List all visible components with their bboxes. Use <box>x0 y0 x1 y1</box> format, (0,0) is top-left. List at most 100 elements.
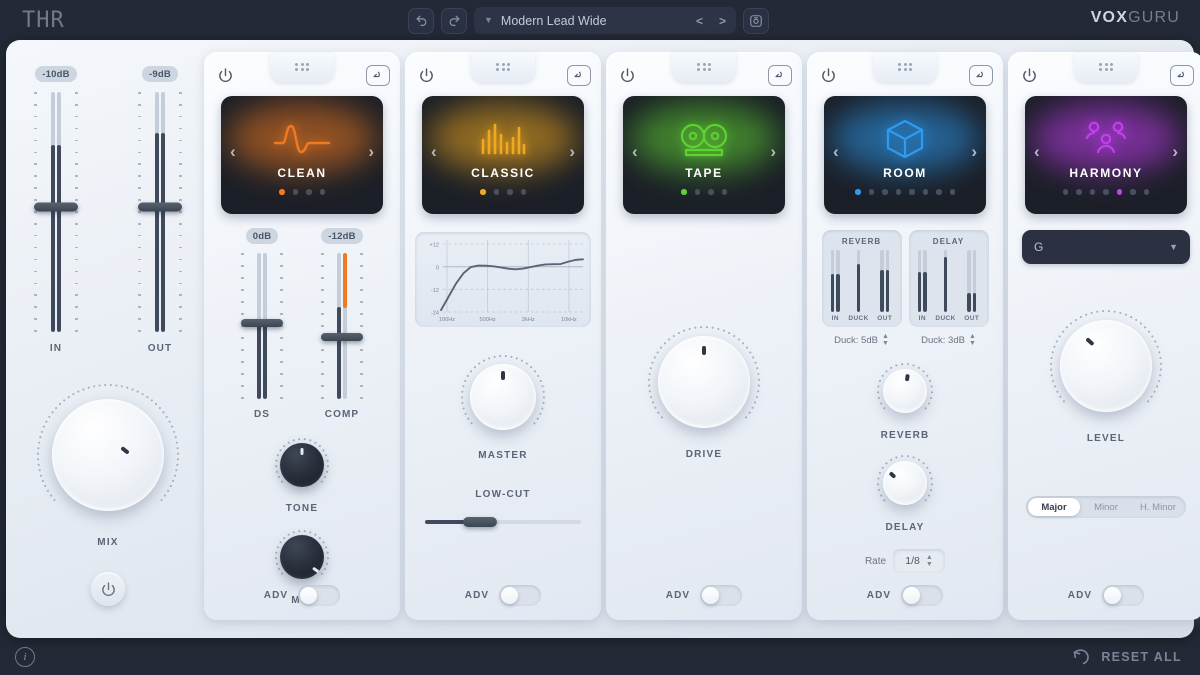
harmony-scale-segmented[interactable]: Major Minor H. Minor <box>1026 496 1186 518</box>
scale-option-minor[interactable]: Minor <box>1080 498 1132 516</box>
delay-knob[interactable]: DELAY <box>873 451 937 533</box>
fader-ticks-left <box>321 253 324 399</box>
fader-ticks-right <box>360 253 363 399</box>
preset-step-arrows: < > <box>696 14 726 28</box>
preset-prev-arrow[interactable]: ‹ <box>833 142 839 162</box>
adv-toggle[interactable] <box>298 585 340 606</box>
preset-next-arrow[interactable]: › <box>770 142 776 162</box>
info-button[interactable]: i <box>15 647 35 667</box>
drive-knob[interactable]: DRIVE <box>644 322 764 460</box>
preset-prev-arrow[interactable]: ‹ <box>431 142 437 162</box>
reset-all-button[interactable]: RESET ALL <box>1072 648 1182 665</box>
drive-knob-body[interactable] <box>658 336 750 428</box>
preset-next-arrow[interactable]: › <box>1172 142 1178 162</box>
redo-button[interactable] <box>441 8 467 34</box>
module-drag-handle[interactable] <box>672 52 736 82</box>
comp-fader-track[interactable] <box>315 251 369 401</box>
module-display-tape[interactable]: ‹ › TAPE <box>623 96 785 214</box>
preset-prev-arrow[interactable]: ‹ <box>1034 142 1040 162</box>
undo-icon <box>415 14 428 27</box>
module-drag-handle[interactable] <box>873 52 937 82</box>
module-display-room[interactable]: ‹ › ROOM <box>824 96 986 214</box>
rate-select[interactable]: 1/8 ▲▼ <box>893 549 945 573</box>
master-knob-body[interactable] <box>470 364 536 430</box>
lowcut-slider[interactable] <box>425 514 581 530</box>
module-reset-button[interactable] <box>567 65 591 86</box>
output-fader-label: OUT <box>148 343 172 354</box>
ds-fader-handle[interactable] <box>241 319 283 327</box>
eq-curve-display[interactable]: +120-12-24100Hz500Hz2kHz10kHz <box>415 232 591 327</box>
adv-toggle[interactable] <box>700 585 742 606</box>
module-display-clean[interactable]: ‹ › CLEAN <box>221 96 383 214</box>
preset-prev-arrow[interactable]: ‹ <box>632 142 638 162</box>
master-knob[interactable]: MASTER <box>457 351 549 461</box>
adv-toggle[interactable] <box>901 585 943 606</box>
preset-selector[interactable]: ▼ Modern Lead Wide < > <box>474 7 736 34</box>
output-fader-handle[interactable] <box>138 203 182 212</box>
module-power-button[interactable] <box>214 64 236 86</box>
global-mix-knob[interactable]: MIX <box>33 380 183 548</box>
reverb-duck-group: DUCK <box>848 250 868 322</box>
display-art <box>271 116 333 162</box>
output-fader[interactable]: -9dB OUT <box>132 66 188 354</box>
module-power-button[interactable] <box>616 64 638 86</box>
module-drag-handle[interactable] <box>1074 52 1138 82</box>
preset-next-button[interactable]: > <box>719 14 726 28</box>
mix-knob-body[interactable] <box>52 399 164 511</box>
module-power-button[interactable] <box>1018 64 1040 86</box>
input-fader[interactable]: -10dB IN <box>28 66 84 354</box>
input-value-chip: -10dB <box>35 66 76 82</box>
cube-icon <box>883 117 927 161</box>
adv-toggle[interactable] <box>1102 585 1144 606</box>
preset-next-arrow[interactable]: › <box>368 142 374 162</box>
delay-knob-body[interactable] <box>883 461 927 505</box>
meter-label: OUT <box>964 315 979 322</box>
scale-option-major[interactable]: Major <box>1028 498 1080 516</box>
scale-option-h-minor[interactable]: H. Minor <box>1132 498 1184 516</box>
ds-fader[interactable]: 0dB DS <box>235 228 289 420</box>
module-reset-button[interactable] <box>969 65 993 86</box>
module-display-harmony[interactable]: ‹ › HARMONY <box>1025 96 1187 214</box>
output-fader-track[interactable] <box>132 89 188 335</box>
meter-label: IN <box>919 315 926 322</box>
module-reset-button[interactable] <box>366 65 390 86</box>
module-drag-handle[interactable] <box>471 52 535 82</box>
stepper-icon[interactable]: ▲▼ <box>969 334 976 347</box>
lowcut-handle[interactable] <box>463 517 497 527</box>
preset-dots <box>279 189 325 195</box>
preset-cluster: ▼ Modern Lead Wide < > <box>408 7 769 34</box>
module-display-classic[interactable]: ‹ › CLASSIC <box>422 96 584 214</box>
tone-knob[interactable]: TONE <box>271 434 333 514</box>
stepper-icon[interactable]: ▲▼ <box>926 555 933 568</box>
preset-prev-arrow[interactable]: ‹ <box>230 142 236 162</box>
comp-fader-handle[interactable] <box>321 333 363 341</box>
preset-next-arrow[interactable]: › <box>971 142 977 162</box>
level-knob[interactable]: LEVEL <box>1046 306 1166 444</box>
adv-toggle[interactable] <box>499 585 541 606</box>
global-power-button[interactable] <box>91 572 125 606</box>
reverb-knob-body[interactable] <box>883 369 927 413</box>
input-fader-track[interactable] <box>28 89 84 335</box>
preset-prev-button[interactable]: < <box>696 14 703 28</box>
module-power-button[interactable] <box>817 64 839 86</box>
harmony-voices-icon <box>1082 119 1130 159</box>
undo-button[interactable] <box>408 8 434 34</box>
comp-fader[interactable]: -12dB COMP <box>315 228 369 420</box>
ds-fader-track[interactable] <box>235 251 289 401</box>
tone-knob-body[interactable] <box>280 443 324 487</box>
reverb-knob[interactable]: REVERB <box>873 359 937 441</box>
module-drag-handle[interactable] <box>270 52 334 82</box>
preset-next-arrow[interactable]: › <box>569 142 575 162</box>
module-reset-button[interactable] <box>1170 65 1194 86</box>
delay-rate-control[interactable]: Rate 1/8 ▲▼ <box>865 549 945 573</box>
level-knob-body[interactable] <box>1060 320 1152 412</box>
module-reset-button[interactable] <box>768 65 792 86</box>
stepper-icon[interactable]: ▲▼ <box>882 334 889 347</box>
harmony-key-select[interactable]: G ▼ <box>1022 230 1190 264</box>
reverb-duck-stepper[interactable]: Duck: 5dB ▲▼ <box>822 334 902 347</box>
input-fader-handle[interactable] <box>34 203 78 212</box>
module-power-button[interactable] <box>415 64 437 86</box>
delay-duck-stepper[interactable]: Duck: 3dB ▲▼ <box>909 334 989 347</box>
save-preset-button[interactable] <box>743 8 769 34</box>
clean-mix-knob-body[interactable] <box>280 535 324 579</box>
